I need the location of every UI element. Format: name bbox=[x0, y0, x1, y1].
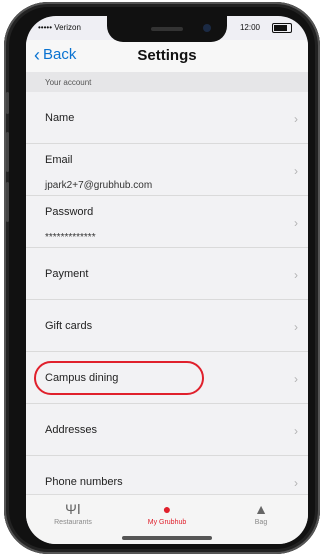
speaker bbox=[151, 27, 183, 31]
section-header: Your account bbox=[26, 72, 308, 92]
nav-bar: ‹ Back Settings bbox=[26, 40, 308, 72]
settings-row-payment[interactable]: Payment › bbox=[26, 248, 308, 300]
settings-row-campus-dining[interactable]: Campus dining › bbox=[26, 352, 308, 404]
chevron-right-icon: › bbox=[294, 424, 298, 438]
volume-up-button bbox=[6, 132, 9, 172]
row-label: Name bbox=[45, 112, 75, 124]
row-label: Campus dining bbox=[45, 372, 119, 384]
chevron-right-icon: › bbox=[294, 476, 298, 490]
settings-list: Name › Email jpark2+7@grubhub.com › Pass… bbox=[26, 92, 308, 508]
row-label: Addresses bbox=[45, 424, 97, 436]
notch bbox=[107, 16, 227, 42]
settings-row-gift-cards[interactable]: Gift cards › bbox=[26, 300, 308, 352]
section-header-label: Your account bbox=[45, 78, 92, 87]
home-indicator bbox=[122, 536, 212, 540]
camera-icon bbox=[203, 24, 211, 32]
row-label: Password bbox=[45, 206, 94, 218]
tab-my-grubhub[interactable]: ● My Grubhub bbox=[120, 501, 214, 526]
volume-down-button bbox=[6, 182, 9, 222]
row-label: Phone numbers bbox=[45, 476, 123, 488]
row-value: ************* bbox=[45, 232, 96, 243]
tab-label: Bag bbox=[254, 519, 268, 526]
settings-row-addresses[interactable]: Addresses › bbox=[26, 404, 308, 456]
screen: ••••• Verizon 12:00 ‹ Back Settings Your… bbox=[26, 16, 308, 544]
clock: 12:00 bbox=[239, 23, 260, 32]
tab-restaurants[interactable]: ΨⅠ Restaurants bbox=[26, 501, 120, 526]
battery-icon bbox=[272, 23, 292, 33]
phone-frame: ••••• Verizon 12:00 ‹ Back Settings Your… bbox=[4, 2, 320, 554]
settings-row-name[interactable]: Name › bbox=[26, 92, 308, 144]
chevron-right-icon: › bbox=[294, 372, 298, 386]
settings-row-email[interactable]: Email jpark2+7@grubhub.com › bbox=[26, 144, 308, 196]
settings-row-password[interactable]: Password ************* › bbox=[26, 196, 308, 248]
tab-label: My Grubhub bbox=[147, 519, 187, 526]
chevron-right-icon: › bbox=[294, 164, 298, 178]
row-value: jpark2+7@grubhub.com bbox=[45, 180, 153, 191]
fork-knife-icon: ΨⅠ bbox=[65, 501, 81, 517]
tab-bag[interactable]: ▲ Bag bbox=[214, 501, 308, 526]
carrier-label: ••••• Verizon bbox=[38, 23, 81, 32]
chevron-right-icon: › bbox=[294, 320, 298, 334]
person-icon: ● bbox=[162, 501, 172, 517]
row-label: Gift cards bbox=[45, 320, 93, 332]
tab-label: Restaurants bbox=[54, 519, 92, 526]
chevron-right-icon: › bbox=[294, 216, 298, 230]
bag-icon: ▲ bbox=[254, 501, 268, 517]
row-label: Payment bbox=[45, 268, 89, 280]
chevron-right-icon: › bbox=[294, 112, 298, 126]
mute-switch bbox=[6, 92, 9, 114]
chevron-right-icon: › bbox=[294, 268, 298, 282]
row-label: Email bbox=[45, 154, 73, 166]
page-title: Settings bbox=[137, 47, 197, 64]
